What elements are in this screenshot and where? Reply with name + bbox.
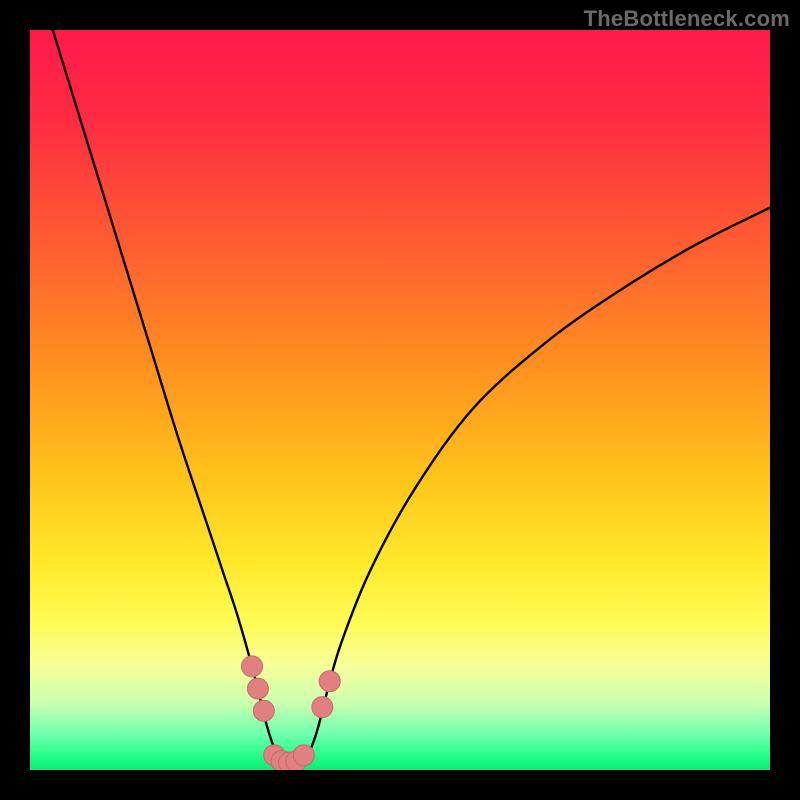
chart-frame: TheBottleneck.com <box>0 0 800 800</box>
marker-point <box>247 678 268 699</box>
marker-point <box>253 700 274 721</box>
watermark-text: TheBottleneck.com <box>584 6 790 32</box>
marker-point <box>242 656 263 677</box>
marker-point <box>312 697 333 718</box>
plot-area <box>30 30 770 770</box>
chart-svg <box>30 30 770 770</box>
marker-point <box>293 745 314 766</box>
marker-point <box>319 671 340 692</box>
background-gradient <box>30 30 770 770</box>
